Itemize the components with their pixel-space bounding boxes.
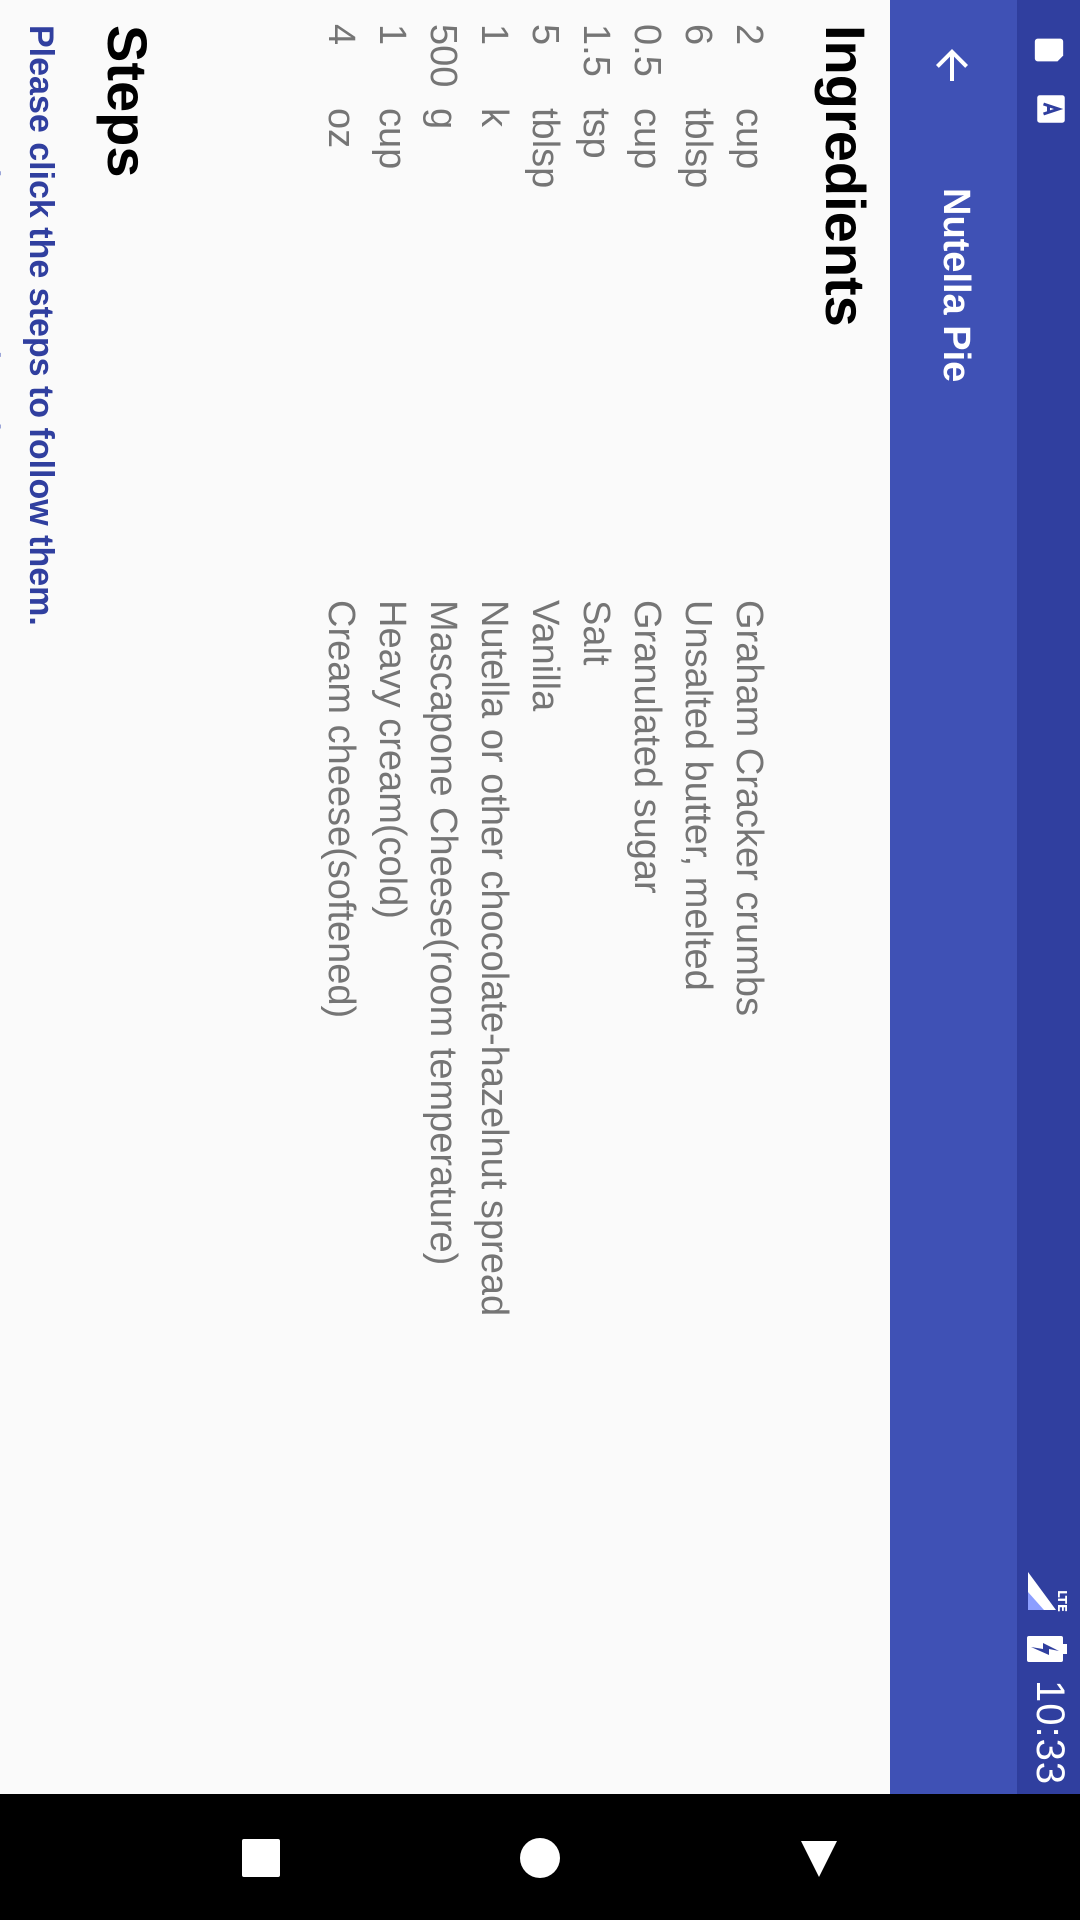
ingredient-unit: oz xyxy=(320,108,362,149)
ingredient-name: Vanilla xyxy=(524,600,566,712)
back-button[interactable] xyxy=(907,20,997,110)
navigation-bar xyxy=(0,1794,1080,1920)
recents-nav-icon[interactable] xyxy=(240,1837,282,1879)
ingredient-unit: tblsp xyxy=(677,108,719,189)
status-bar: LTE 10:33 xyxy=(1017,0,1080,1794)
ingredient-name: Heavy cream(cold) xyxy=(371,600,413,919)
ingredient-unit: cup xyxy=(626,108,668,170)
ingredient-quantity: 0.5 xyxy=(626,24,668,77)
ingredient-quantity: 1 xyxy=(371,24,413,46)
ingredient-quantity: 2 xyxy=(728,24,770,46)
back-nav-icon[interactable] xyxy=(798,1837,840,1879)
ingredient-unit: k xyxy=(473,108,515,127)
battery-charging-icon xyxy=(1027,1636,1067,1662)
ingredient-name: Salt xyxy=(575,600,617,666)
recipe-content: Ingredients 2 cup Graham Cracker crumbs … xyxy=(0,0,890,1794)
screen: LTE 10:33 Nutella Pie Ingredients 2 cup … xyxy=(0,0,1080,1920)
ingredient-name: Unsalted butter, melted xyxy=(677,600,719,991)
svg-text:LTE: LTE xyxy=(1055,1590,1069,1612)
ingredients-heading: Ingredients xyxy=(814,25,877,327)
home-nav-icon[interactable] xyxy=(519,1837,561,1879)
ingredient-unit: cup xyxy=(371,108,413,170)
app-bar: Nutella Pie xyxy=(890,0,1017,1794)
ingredient-name: Graham Cracker crumbs xyxy=(728,600,770,1016)
ingredient-name: Cream cheese(softened) xyxy=(320,600,362,1019)
ingredient-name: Granulated sugar xyxy=(626,600,668,894)
ingredient-quantity: 500 xyxy=(422,24,464,88)
ingredient-quantity: 4 xyxy=(320,24,362,46)
ingredient-quantity: 1 xyxy=(473,24,515,46)
clock: 10:33 xyxy=(1028,1680,1072,1786)
ingredient-quantity: 6 xyxy=(677,24,719,46)
ingredient-unit: tsp xyxy=(575,108,617,159)
ingredient-quantity: 5 xyxy=(524,24,566,46)
sd-card-icon xyxy=(1034,38,1064,62)
ingredient-unit: cup xyxy=(728,108,770,170)
page-title: Nutella Pie xyxy=(935,188,977,383)
ingredient-quantity: 1.5 xyxy=(575,24,617,77)
steps-heading: Steps xyxy=(96,25,159,178)
ingredient-unit: g xyxy=(422,108,464,130)
steps-hint: Please click the steps to follow them. xyxy=(22,25,60,626)
ingredient-name: Mascapone Cheese(room temperature) xyxy=(422,600,464,1266)
keyboard-a-icon xyxy=(1037,95,1065,123)
ingredient-unit: tblsp xyxy=(524,108,566,189)
step-link[interactable]: 1 Recipe Introduction xyxy=(0,48,10,483)
ingredient-name: Nutella or other chocolate-hazelnut spre… xyxy=(473,600,515,1317)
arrow-back-icon xyxy=(936,49,968,81)
lte-signal-icon: LTE xyxy=(1028,1572,1069,1612)
